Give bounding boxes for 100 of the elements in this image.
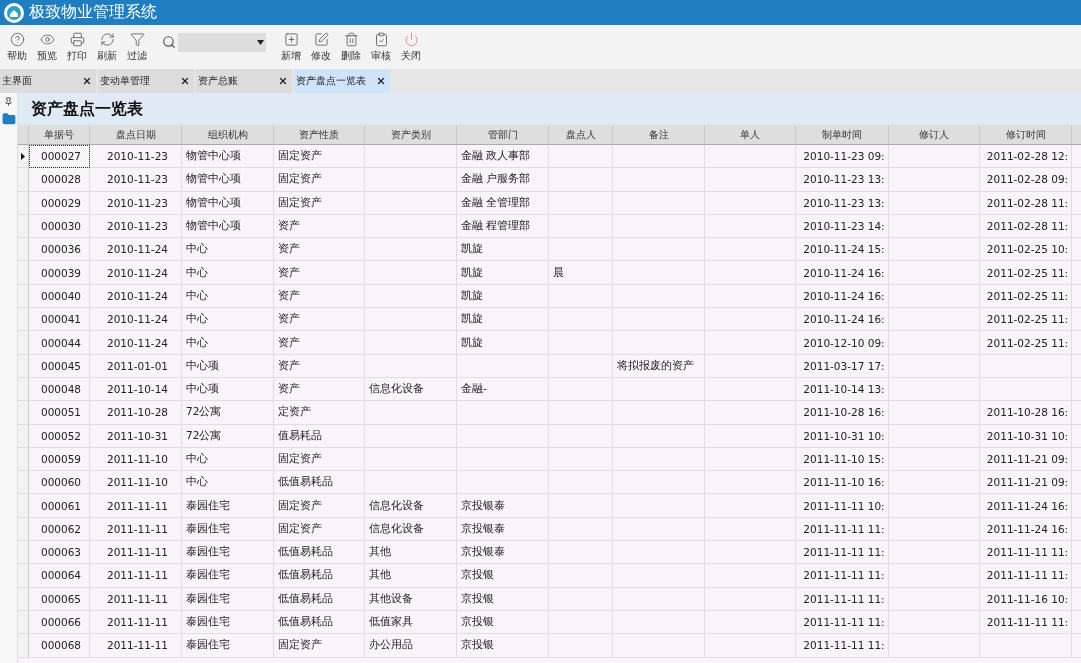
table-cell: 泰园住宅 [182,564,274,588]
toolbar-button[interactable]: 刷新 [92,29,122,65]
clipboard-check-icon [373,31,389,47]
table-cell: 2011-11-11 11: [796,587,889,611]
table-cell: 2011-11-24 16: [980,517,1072,542]
tab[interactable]: 主界面 [0,69,96,93]
table-cell [549,494,613,518]
pen-square-icon [313,31,329,47]
table-cell: 2011-10-28 [90,401,182,425]
column-header[interactable]: 资产性质 [274,125,365,145]
table-cell: 其他 [365,564,457,588]
tab[interactable]: 资产盘点一览表 [294,69,390,93]
table-cell: 2011-11-11 10: [796,494,889,518]
table-cell: 凯旋 [457,238,549,262]
toolbar-button[interactable]: 修改 [306,29,336,65]
column-header[interactable]: 管部门 [457,125,549,145]
table-cell: 000029 [29,191,90,215]
plus-square-icon [283,31,299,47]
table-cell: 2011-11-11 11: [796,564,889,588]
table-cell: 2010-11-23 [90,168,182,192]
table-cell: 2010-11-24 16: [796,261,889,285]
table-cell: 000027 [29,145,90,169]
table-cell: 资产 [274,331,365,355]
table-cell: 资产 [274,377,365,402]
tab[interactable]: 资产总账 [196,69,292,93]
close-icon[interactable] [376,76,386,86]
table-cell: 2010-11-24 [90,238,182,262]
table-cell: 中心 [182,284,274,309]
table-cell: 2011-11-11 [90,494,182,518]
table-cell: 2011-02-25 11: [980,261,1072,285]
table-cell: 2011-11-21 09: [980,447,1072,472]
tab-label: 主界面 [2,74,32,88]
app-title: 极致物业管理系统 [29,2,157,23]
table-cell: 2011-10-14 [90,377,182,402]
table-cell: 000041 [29,308,90,332]
tab-label: 资产盘点一览表 [296,74,366,88]
close-icon[interactable] [180,76,190,86]
toolbar-button[interactable]: 过滤 [122,29,152,65]
close-icon[interactable] [82,76,92,86]
table-cell: 000064 [29,564,90,588]
tab[interactable]: 变动单管理 [98,69,194,93]
table-cell: 中心项 [182,354,274,378]
toolbar-button[interactable]: 帮助 [2,29,32,65]
table-cell: 金融 政人事部 [457,145,549,169]
toolbar-button[interactable]: 新增 [276,29,306,65]
column-header[interactable]: 单据号 [29,125,90,145]
table-cell: 物管中心项 [182,168,274,192]
column-header[interactable]: 修订人 [889,125,980,145]
table-cell: 2011-11-24 16: [980,494,1072,518]
table-cell: 2011-11-11 11: [980,564,1072,588]
table-cell: 2011-11-10 [90,471,182,495]
toolbar-button[interactable]: 预览 [32,29,62,65]
toolbar-button[interactable]: 审核 [366,29,396,65]
table-cell: 2010-11-23 13: [796,191,889,215]
column-header[interactable]: 单人 [705,125,796,145]
table-cell: 其他 [365,541,457,565]
table-cell: 物管中心项 [182,191,274,215]
table-cell [549,587,613,611]
row-header[interactable] [18,145,29,169]
table-cell: 京投银泰 [457,517,549,542]
table-cell: 2011-11-10 [90,447,182,472]
table-cell: 京投银 [457,610,549,635]
table-cell: 中心 [182,331,274,355]
column-header[interactable]: 盘点日期 [90,125,182,145]
logo-icon [3,1,25,24]
table-cell: 2011-02-25 11: [980,284,1072,309]
table-cell [549,308,613,332]
table-cell: 2010-11-24 [90,331,182,355]
column-header[interactable]: 制单时间 [796,125,889,145]
table-cell: 2011-11-11 11: [980,610,1072,635]
column-header[interactable]: 盘点人 [549,125,613,145]
table-cell: 2011-11-11 11: [796,541,889,565]
toolbar-button[interactable]: 打印 [62,29,92,65]
page-title: 资产盘点一览表 [31,98,143,120]
table-cell: 000065 [29,587,90,611]
table-cell: 京投银 [457,564,549,588]
table-cell [549,424,613,448]
column-header[interactable]: 修订时间 [980,125,1072,145]
table-cell: 2010-11-24 15: [796,238,889,262]
table-cell: 2011-11-11 [90,587,182,611]
column-header[interactable]: 组织机构 [182,125,274,145]
table-cell: 泰园住宅 [182,517,274,542]
table-cell: 000036 [29,238,90,262]
column-header[interactable]: 备注 [613,125,705,145]
folder-icon[interactable] [1,112,16,126]
table-cell: 办公用品 [365,634,457,658]
table-cell: 物管中心项 [182,214,274,239]
table-cell: 资产 [274,284,365,309]
toolbar-button[interactable]: 关闭 [396,29,426,65]
table-cell: 凯旋 [457,261,549,285]
tab-label: 资产总账 [198,74,238,88]
table-cell: 2010-11-24 [90,308,182,332]
close-icon[interactable] [278,76,288,86]
table-cell: 资产 [274,214,365,239]
toolbar-button[interactable]: 删除 [336,29,366,65]
table-cell: 2011-11-11 [90,517,182,542]
table-cell: 低值易耗品 [274,471,365,495]
search-field[interactable] [178,32,266,52]
pin-icon[interactable] [4,97,13,106]
column-header[interactable]: 资产类别 [365,125,457,145]
